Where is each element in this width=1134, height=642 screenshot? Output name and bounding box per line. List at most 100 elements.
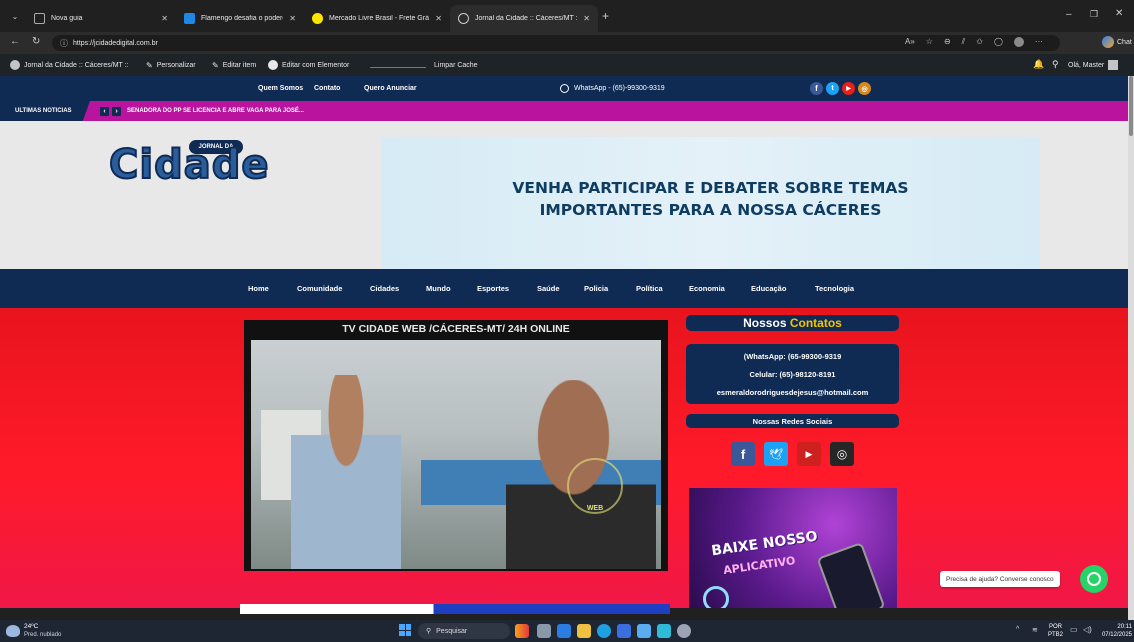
header-banner[interactable]: VENHA PARTICIPAR E DEBATER SOBRE TEMAS I… xyxy=(381,137,1040,269)
mercadolivre-favicon-icon xyxy=(312,13,323,24)
app-download-banner[interactable]: BAIXE NOSSO APLICATIVO xyxy=(689,488,897,608)
nav-mundo[interactable]: Mundo xyxy=(426,269,451,308)
page-scrollbar[interactable] xyxy=(1128,76,1134,620)
copilot-chat-button[interactable]: Chat xyxy=(1102,36,1132,48)
close-icon[interactable]: ✕ xyxy=(161,14,168,23)
nav-esportes[interactable]: Esportes xyxy=(477,269,509,308)
wp-account-menu[interactable]: Olá, Master xyxy=(1068,54,1119,76)
volume-icon[interactable]: ◁) xyxy=(1083,625,1092,634)
instagram-icon[interactable]: ◎ xyxy=(858,82,871,95)
wp-customize-link[interactable]: ✎ Personalizar xyxy=(146,54,196,76)
scrollbar-thumb[interactable] xyxy=(1129,76,1133,136)
more-icon[interactable]: ··· xyxy=(1035,37,1043,47)
nav-quero-anunciar[interactable]: Quero Anunciar xyxy=(364,76,417,101)
search-icon: ⚲ xyxy=(426,628,432,635)
nav-economia[interactable]: Economia xyxy=(689,269,725,308)
close-icon[interactable]: ✕ xyxy=(289,14,296,23)
edge-icon[interactable] xyxy=(597,624,611,638)
store-icon[interactable] xyxy=(617,624,631,638)
wp-elementor-link[interactable]: Editar com Elementor xyxy=(268,54,349,76)
top-whatsapp-link[interactable]: WhatsApp - (65)-99300-9319 xyxy=(560,76,665,101)
read-aloud-icon[interactable]: A» xyxy=(905,37,915,47)
wp-site-link[interactable]: Jornal da Cidade :: Cáceres/MT :: xyxy=(10,54,129,76)
nav-cidades[interactable]: Cidades xyxy=(370,269,399,308)
tray-chevron-icon[interactable]: ^ xyxy=(1016,626,1019,633)
nav-saude[interactable]: Saúde xyxy=(537,269,560,308)
display-icon[interactable]: ▭ xyxy=(1070,625,1078,634)
photos-icon[interactable] xyxy=(637,624,651,638)
chat-tooltip[interactable]: Precisa de ajuda? Converse conosco xyxy=(940,571,1060,587)
twitter-button[interactable]: 🕊 xyxy=(764,442,788,466)
favorite-star-icon[interactable]: ☆ xyxy=(926,37,933,47)
ticker-headline[interactable]: SENADORA DO PP SE LICENCIA E ABRE VAGA P… xyxy=(127,108,304,114)
tab-flamengo[interactable]: Flamengo desafia o poderoso PSG ✕ xyxy=(176,5,304,32)
address-bar: ← ↻ ⓘ https://jcidadedigital.com.br A» ☆… xyxy=(0,32,1134,54)
extension-icon[interactable]: ⊖ xyxy=(944,37,951,47)
instagram-button[interactable]: ◎ xyxy=(830,442,854,466)
site-header: JORNAL DA Cidade VENHA PARTICIPAR E DEBA… xyxy=(0,121,1134,269)
taskbar-search[interactable]: ⚲ Pesquisar xyxy=(418,623,510,639)
pencil-icon: ✎ xyxy=(212,60,219,70)
minimize-icon[interactable]: – xyxy=(1066,9,1072,20)
nav-contato[interactable]: Contato xyxy=(314,76,340,101)
youtube-icon[interactable]: ▶ xyxy=(842,82,855,95)
file-explorer-icon[interactable] xyxy=(577,624,591,638)
task-view-icon[interactable] xyxy=(537,624,551,638)
tab-mercado-livre[interactable]: Mercado Livre Brasil - Frete Grátis ✕ xyxy=(304,5,450,32)
top-social-icons: f t ▶ ◎ xyxy=(810,82,871,95)
nav-comunidade[interactable]: Comunidade xyxy=(297,269,342,308)
tv-video-widget[interactable]: TV CIDADE WEB /CÁCERES-MT/ 24H ONLINE WE… xyxy=(244,320,668,571)
network-icon[interactable]: ≋ xyxy=(1032,626,1038,634)
close-icon[interactable]: ✕ xyxy=(583,14,590,23)
video-player[interactable]: WEB xyxy=(251,340,661,569)
refresh-icon[interactable]: ↻ xyxy=(32,36,40,47)
nav-quem-somos[interactable]: Quem Somos xyxy=(258,76,303,101)
tab-nova-guia[interactable]: Nova guia ✕ xyxy=(26,5,176,32)
contact-whatsapp[interactable]: (WhatsApp: (65-99300-9319 xyxy=(744,352,842,361)
ticker-prev-icon[interactable]: ‹ xyxy=(100,106,109,116)
nav-politica[interactable]: Política xyxy=(636,269,663,308)
site-logo[interactable]: JORNAL DA Cidade xyxy=(107,138,285,193)
nav-policia[interactable]: Policia xyxy=(584,269,608,308)
clock[interactable]: 20:11 07/12/2025 xyxy=(1092,623,1132,639)
ticker-next-icon[interactable]: › xyxy=(112,106,121,116)
window-close-icon[interactable]: ✕ xyxy=(1115,8,1123,19)
settings-gear-icon[interactable] xyxy=(677,624,691,638)
favorites-icon[interactable]: ✩ xyxy=(976,37,983,47)
mail-icon[interactable] xyxy=(657,624,671,638)
nav-tecnologia[interactable]: Tecnologia xyxy=(815,269,854,308)
wp-clear-cache-link[interactable]: Limpar Cache xyxy=(434,54,478,76)
restore-icon[interactable]: ❐ xyxy=(1090,9,1098,20)
close-icon[interactable]: ✕ xyxy=(435,14,442,23)
contacts-box: (WhatsApp: (65-99300-9319 Celular: (65)-… xyxy=(686,344,899,404)
search-icon[interactable]: ⚲ xyxy=(1052,59,1059,70)
twitter-icon[interactable]: t xyxy=(826,82,839,95)
wp-edit-item-link[interactable]: ✎ Editar item xyxy=(212,54,256,76)
facebook-button[interactable]: f xyxy=(731,442,755,466)
site-info-icon[interactable]: ⓘ xyxy=(60,38,68,49)
tab-jornal-da-cidade[interactable]: Jornal da Cidade :: Cáceres/MT :: ✕ xyxy=(450,5,598,32)
news-widget-icon[interactable] xyxy=(515,624,529,638)
language-indicator[interactable]: POR PTB2 xyxy=(1048,623,1063,639)
content-block-strip xyxy=(240,604,670,614)
tab-list-icon[interactable]: ⌄ xyxy=(8,9,22,23)
phone-image xyxy=(816,541,886,608)
instagram-icon: ◎ xyxy=(836,447,848,461)
whatsapp-chat-button[interactable] xyxy=(1080,565,1108,593)
contact-cell[interactable]: Celular: (65)-98120-8191 xyxy=(750,370,836,379)
split-icon[interactable]: ⫽ xyxy=(962,37,966,47)
shield-icon[interactable]: ◯ xyxy=(994,37,1003,47)
notification-bell-icon[interactable]: 🔔 xyxy=(1033,59,1044,70)
profile-icon[interactable] xyxy=(1013,37,1024,47)
windows-start-icon[interactable] xyxy=(399,624,411,636)
brush-icon: ✎ xyxy=(146,60,153,70)
back-icon[interactable]: ← xyxy=(10,36,20,47)
teams-icon[interactable] xyxy=(557,624,571,638)
contact-email[interactable]: esmeraldorodriguesdejesus@hotmail.com xyxy=(717,388,869,397)
facebook-icon[interactable]: f xyxy=(810,82,823,95)
nav-educacao[interactable]: Educação xyxy=(751,269,786,308)
nav-home[interactable]: Home xyxy=(248,269,269,308)
new-tab-button[interactable]: + xyxy=(602,9,609,23)
weather-widget[interactable]: 24ºC Pred. nublado xyxy=(6,623,61,639)
youtube-button[interactable]: ▶ xyxy=(797,442,821,466)
